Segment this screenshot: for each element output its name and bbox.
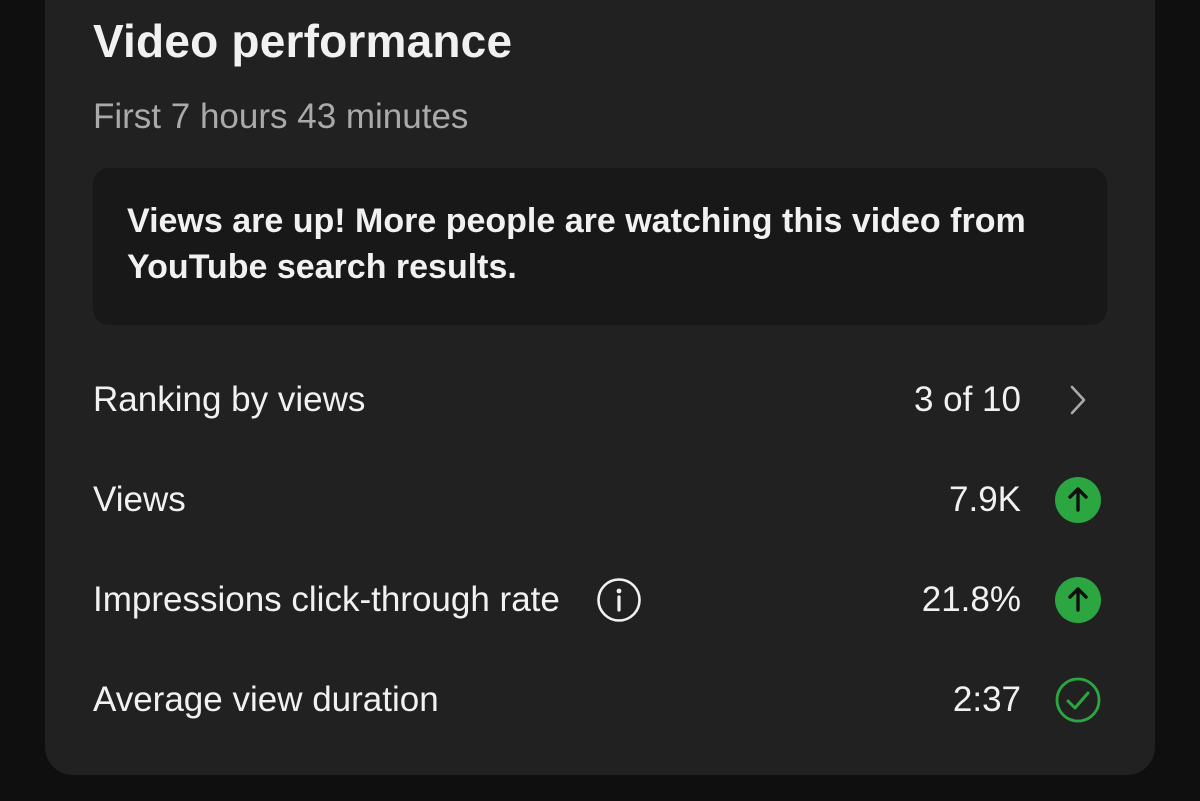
metric-label: Average view duration bbox=[93, 680, 439, 719]
insight-banner: Views are up! More people are watching t… bbox=[93, 168, 1107, 325]
metric-label-wrap: Impressions click-through rate bbox=[93, 577, 642, 623]
metric-row-views: Views 7.9K bbox=[93, 470, 1107, 530]
chevron-right-icon[interactable] bbox=[1055, 377, 1101, 423]
video-performance-card: Video performance First 7 hours 43 minut… bbox=[45, 0, 1155, 775]
check-circle-icon bbox=[1055, 677, 1101, 723]
metric-value: 7.9K bbox=[949, 480, 1021, 519]
arrow-up-circle-icon bbox=[1055, 577, 1101, 623]
metric-value: 21.8% bbox=[921, 580, 1021, 619]
metric-value: 3 of 10 bbox=[913, 380, 1021, 419]
metric-label: Impressions click-through rate bbox=[93, 580, 560, 619]
card-title: Video performance bbox=[93, 15, 513, 67]
metric-label: Views bbox=[93, 480, 186, 519]
arrow-up-circle-icon bbox=[1055, 477, 1101, 523]
info-icon[interactable] bbox=[596, 577, 642, 623]
metric-row-avg-duration: Average view duration 2:37 bbox=[93, 670, 1107, 730]
metric-label: Ranking by views bbox=[93, 380, 366, 419]
card-subtitle: First 7 hours 43 minutes bbox=[93, 97, 469, 136]
metric-row-ranking[interactable]: Ranking by views 3 of 10 bbox=[93, 370, 1107, 430]
metric-value: 2:37 bbox=[952, 680, 1021, 719]
metric-row-ctr: Impressions click-through rate 21.8% bbox=[93, 570, 1107, 630]
insight-banner-text: Views are up! More people are watching t… bbox=[127, 202, 1026, 286]
